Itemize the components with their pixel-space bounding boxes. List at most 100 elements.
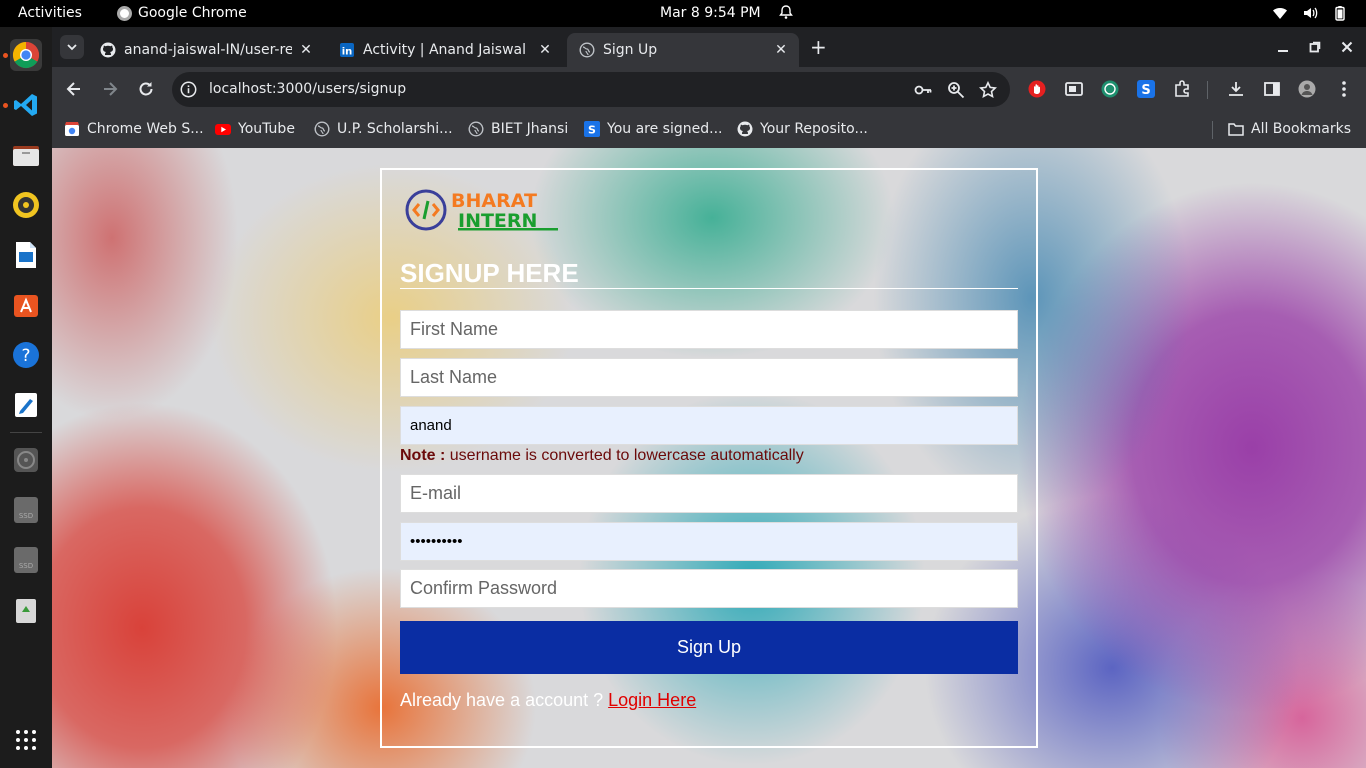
text-editor-icon	[15, 393, 37, 417]
linkedin-icon: in	[340, 43, 354, 58]
forward-button[interactable]	[100, 79, 120, 99]
email-field[interactable]	[400, 474, 1018, 513]
app-name: Google Chrome	[138, 5, 247, 21]
close-window-button[interactable]	[1339, 39, 1355, 55]
bookmark-repositories[interactable]: Your Reposito...	[737, 121, 868, 137]
disk-dock-icon[interactable]	[10, 444, 42, 476]
tab-title: Activity | Anand Jaiswal |	[363, 42, 531, 58]
clock[interactable]: Mar 8 9:54 PM	[660, 5, 761, 21]
show-apps-button[interactable]	[10, 724, 42, 756]
close-tab-icon[interactable]: ✕	[298, 42, 314, 58]
files-dock-icon[interactable]	[10, 139, 42, 171]
all-bookmarks-button[interactable]: All Bookmarks	[1228, 121, 1351, 137]
close-tab-icon[interactable]: ✕	[773, 42, 789, 58]
profile-avatar-icon[interactable]	[1298, 80, 1316, 98]
minimize-button[interactable]	[1275, 39, 1291, 55]
bookmark-star-icon[interactable]	[979, 81, 997, 99]
logo-line1: BHARAT	[451, 190, 537, 212]
maximize-icon	[1309, 41, 1321, 53]
help-icon: ?	[13, 342, 39, 368]
toolbar-separator	[1207, 81, 1208, 99]
bookmark-signed-in[interactable]: S You are signed...	[584, 121, 722, 137]
tab-linkedin[interactable]: in Activity | Anand Jaiswal | ✕	[327, 33, 563, 67]
wifi-icon	[1273, 8, 1287, 19]
zoom-icon[interactable]	[947, 81, 965, 99]
tab-github[interactable]: anand-jaiswal-IN/user-re ✕	[88, 33, 324, 67]
document-icon	[16, 242, 36, 268]
text-editor-dock-icon[interactable]	[10, 389, 42, 421]
tab-signup[interactable]: Sign Up ✕	[567, 33, 799, 67]
bookmark-label: BIET Jhansi	[491, 121, 569, 137]
chrome-icon	[117, 5, 132, 21]
extension-red-icon[interactable]	[1028, 80, 1046, 98]
help-dock-icon[interactable]: ?	[10, 339, 42, 371]
bookmark-label: Chrome Web S...	[87, 121, 204, 137]
bookmark-youtube[interactable]: YouTube	[215, 121, 295, 137]
side-panel-icon[interactable]	[1263, 80, 1281, 98]
key-icon[interactable]	[914, 81, 932, 99]
bookmark-chrome-web-store[interactable]: Chrome Web S...	[64, 121, 204, 137]
github-icon	[100, 42, 116, 58]
software-dock-icon[interactable]	[10, 289, 42, 321]
folder-icon	[1228, 123, 1244, 136]
note-text: username is converted to lowercase autom…	[445, 447, 804, 464]
minimize-icon	[1278, 50, 1288, 52]
new-tab-button[interactable]: +	[810, 37, 827, 57]
bharat-intern-logo: BHARAT INTERN	[405, 189, 558, 232]
app-menu[interactable]: Google Chrome	[117, 5, 247, 21]
disc-icon	[14, 448, 38, 472]
dock-separator	[10, 432, 42, 433]
bookmark-up-scholarship[interactable]: U.P. Scholarshi...	[314, 121, 453, 137]
vscode-dock-icon[interactable]	[10, 89, 42, 121]
bookmark-label: You are signed...	[607, 121, 723, 137]
reload-button[interactable]	[136, 79, 156, 99]
maximize-button[interactable]	[1307, 39, 1323, 55]
site-info-icon[interactable]	[180, 81, 197, 98]
extensions-puzzle-icon[interactable]	[1173, 80, 1191, 98]
globe-icon	[314, 121, 330, 137]
note-label: Note :	[400, 447, 446, 464]
back-button[interactable]	[64, 79, 84, 99]
ssd-dock-icon[interactable]: SSD	[10, 494, 42, 526]
bookmark-label: Your Reposito...	[760, 121, 868, 137]
first-name-field[interactable]	[400, 310, 1018, 349]
all-bookmarks-label: All Bookmarks	[1251, 121, 1352, 137]
address-bar[interactable]: localhost:3000/users/signup	[172, 72, 1010, 107]
app-store-icon	[14, 295, 38, 317]
s-icon: S	[584, 121, 600, 137]
writer-dock-icon[interactable]	[10, 239, 42, 271]
running-indicator	[3, 103, 8, 108]
close-tab-icon[interactable]: ✕	[537, 42, 553, 58]
rhythmbox-dock-icon[interactable]	[10, 189, 42, 221]
bell-icon	[779, 5, 793, 19]
chevron-down-icon	[67, 44, 77, 51]
extension-window-icon[interactable]	[1065, 80, 1083, 98]
username-field[interactable]	[400, 406, 1018, 445]
password-field[interactable]	[400, 522, 1018, 561]
speaker-icon	[13, 192, 39, 218]
tab-title: anand-jaiswal-IN/user-re	[124, 42, 292, 58]
system-tray[interactable]	[1272, 5, 1348, 21]
page-title: SIGNUP HERE	[400, 258, 579, 288]
activities-button[interactable]: Activities	[18, 5, 82, 21]
close-icon	[1341, 41, 1353, 53]
chrome-dock-icon[interactable]	[10, 39, 42, 71]
download-icon[interactable]	[1227, 80, 1245, 98]
last-name-field[interactable]	[400, 358, 1018, 397]
extension-s-icon[interactable]: S	[1137, 80, 1155, 98]
login-link[interactable]: Login Here	[608, 690, 696, 710]
bookmarks-separator	[1212, 121, 1213, 139]
confirm-password-field[interactable]	[400, 569, 1018, 608]
tab-search-button[interactable]	[60, 35, 84, 59]
menu-kebab-icon[interactable]	[1335, 80, 1353, 98]
dock: ? SSD SSD	[0, 27, 52, 768]
extension-chatgpt-icon[interactable]	[1101, 80, 1119, 98]
bookmark-biet-jhansi[interactable]: BIET Jhansi	[468, 121, 568, 137]
ssd-dock-icon-2[interactable]: SSD	[10, 544, 42, 576]
bookmarks-bar: Chrome Web S... YouTube U.P. Scholarshi.…	[52, 112, 1366, 148]
trash-dock-icon[interactable]	[10, 594, 42, 626]
toolbar: localhost:3000/users/signup S	[52, 67, 1366, 112]
drive-icon: SSD	[14, 497, 38, 523]
globe-icon	[468, 121, 484, 137]
signup-button[interactable]: Sign Up	[400, 621, 1018, 674]
